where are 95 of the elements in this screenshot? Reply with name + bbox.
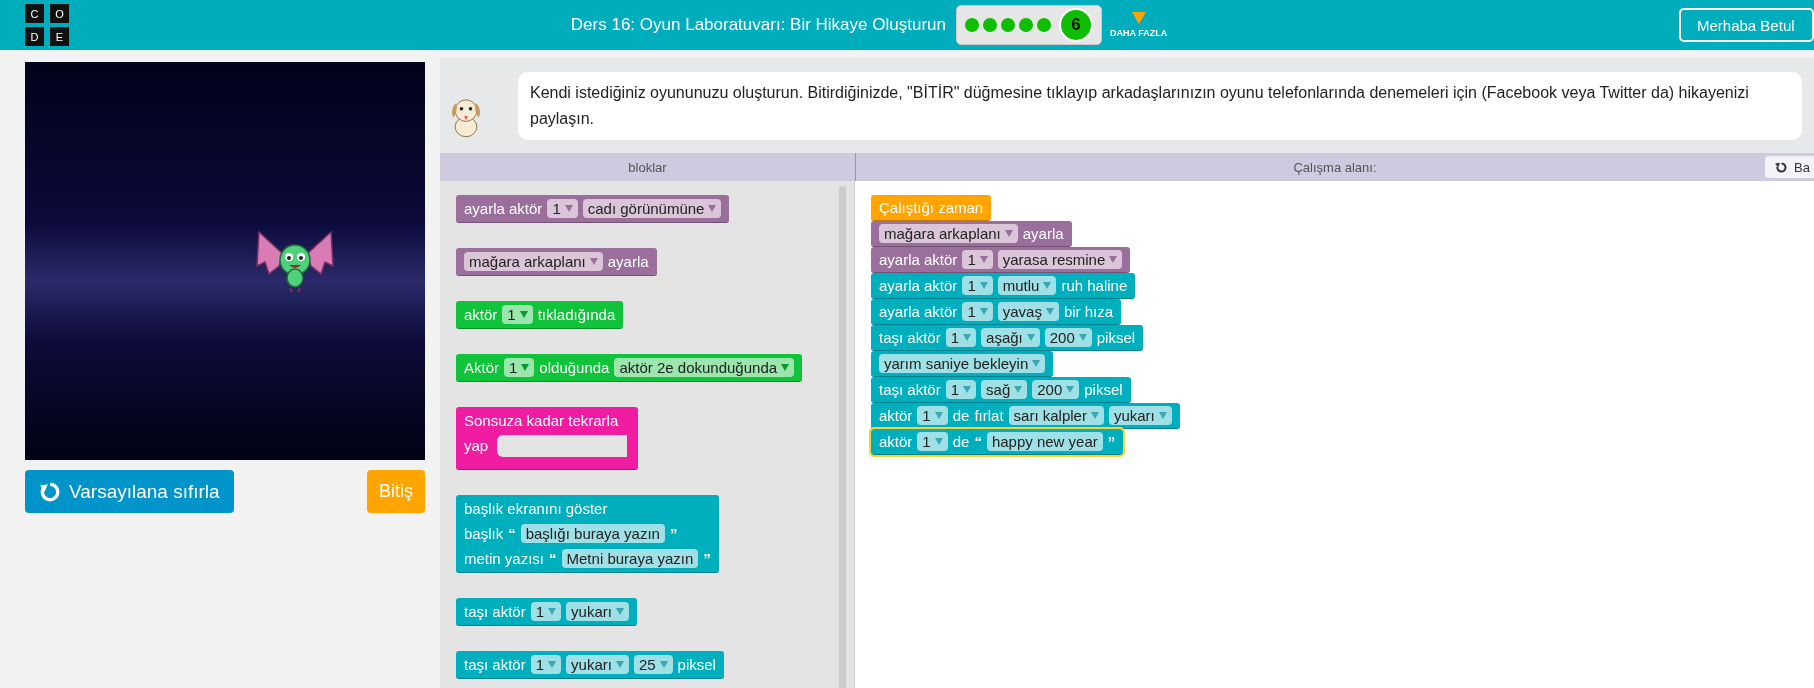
dropdown-field[interactable]: sarı kalpler	[1008, 406, 1104, 425]
block-label: ayarla aktör	[879, 277, 958, 294]
block-label: ayarla aktör	[879, 303, 958, 320]
dropdown-field[interactable]: 1	[962, 302, 993, 321]
logo-letter[interactable]: C	[25, 4, 44, 23]
workspace-reset-button[interactable]: Ba	[1765, 156, 1814, 178]
dropdown-field[interactable]: mutlu	[997, 276, 1057, 295]
block-label: Aktör	[464, 359, 499, 376]
block-label: olduğunda	[539, 359, 610, 376]
dropdown-field[interactable]: 1	[962, 250, 993, 269]
code-block[interactable]: aktör 1 de fırlat sarı kalpler yukarı	[871, 403, 1180, 429]
block-label: piksel	[1096, 329, 1136, 346]
dropdown-field[interactable]: 1	[945, 380, 977, 399]
dropdown-field[interactable]: aşağı	[981, 328, 1040, 347]
block-label: piksel	[1084, 381, 1123, 398]
dropdown-field[interactable]: yukarı	[566, 655, 629, 674]
block-label: ayarla	[607, 253, 649, 270]
dropdown-field[interactable]: 200	[1032, 380, 1080, 399]
code-block[interactable]: ayarla aktör 1 cadı görünümüne	[456, 195, 730, 223]
quote-mark: ”	[1107, 433, 1116, 450]
dropdown-field[interactable]: 1	[504, 358, 535, 377]
dropdown-field[interactable]: mağara arkaplanı	[464, 252, 603, 271]
current-level-badge[interactable]: 6	[1058, 8, 1093, 42]
block-label: fırlat	[974, 407, 1004, 424]
block-label: Çalıştığı zaman	[879, 199, 984, 216]
quote-mark: ”	[703, 550, 711, 567]
block-label: yap	[464, 437, 489, 454]
block-label: başlık	[464, 525, 504, 542]
dropdown-field[interactable]: sağ	[981, 380, 1028, 399]
dropdown-field[interactable]: 1	[917, 406, 948, 425]
block-label: ruh haline	[1061, 277, 1128, 294]
dropdown-field[interactable]: 1	[530, 655, 562, 674]
dropdown-field[interactable]: yukarı	[566, 602, 629, 621]
dropdown-field[interactable]: yavaş	[997, 302, 1059, 321]
dropdown-field[interactable]: 1	[917, 432, 948, 451]
block-label: Sonsuza kadar tekrarla	[464, 412, 619, 429]
code-block[interactable]: mağara arkaplanı ayarla	[871, 221, 1072, 247]
toolbox-title: bloklar	[628, 159, 667, 175]
code-block[interactable]: başlık ekranını göster başlık “ başlığı buraya yazın ” metin yazısı “ Metni buraya yazın ”	[456, 495, 719, 573]
dropdown-field[interactable]: mağara arkaplanı	[879, 224, 1018, 243]
block-label: taşı aktör	[879, 381, 941, 398]
block-label: piksel	[677, 656, 716, 673]
lesson-title: Ders 16: Oyun Laboratuvarı: Bir Hikaye Oluşturun	[570, 15, 946, 35]
dropdown-field[interactable]: 200	[1044, 328, 1092, 347]
text-input-field[interactable]: başlığı buraya yazın	[520, 524, 665, 543]
instructions-text: Kendi istediğiniz oyununuzu oluşturun. Bitirdiğinizde, "BİTİR" düğmesine tıklayıp arkadaşlarınızın oyunu telefonlarında denemeleri için (Facebook veya Twitter da) hikayenizi paylaşın.	[518, 71, 1802, 140]
block-label: ayarla	[1022, 225, 1064, 242]
workspace-title: Çalışma alanı:	[1293, 159, 1377, 175]
block-label: tıkladığında	[537, 306, 616, 323]
code-block[interactable]: ayarla aktör 1 mutlu ruh haline	[871, 273, 1136, 299]
block-label: bir hıza	[1063, 303, 1114, 320]
code-block[interactable]: taşı aktör 1 aşağı 200 piksel	[871, 325, 1144, 351]
logo-letter[interactable]: E	[50, 27, 69, 46]
block-label: taşı aktör	[464, 603, 526, 620]
code-block[interactable]: Aktör 1 olduğunda aktör 2e dokunduğunda	[456, 354, 803, 382]
dropdown-field[interactable]: 1	[945, 328, 977, 347]
block-label: aktör	[464, 306, 498, 323]
dropdown-field[interactable]: yukarı	[1108, 406, 1172, 425]
code-block[interactable]: Sonsuza kadar tekrarla yap	[456, 407, 638, 470]
block-label: aktör	[879, 433, 913, 450]
block-label: taşı aktör	[879, 329, 941, 346]
block-label: aktör	[879, 407, 913, 424]
quote-mark: “	[508, 525, 516, 542]
dropdown-field[interactable]: aktör 2e dokunduğunda	[614, 358, 795, 377]
dropdown-field[interactable]: cadı görünümüne	[582, 199, 722, 218]
block-label: ayarla aktör	[464, 200, 543, 217]
text-input-field[interactable]: happy new year	[986, 432, 1103, 451]
code-block[interactable]: yarım saniye bekleyin	[871, 351, 1054, 377]
block-label: de	[952, 407, 970, 424]
logo-letter[interactable]: O	[50, 4, 69, 23]
dropdown-field[interactable]: 1	[502, 305, 533, 324]
block-label: metin yazısı	[464, 550, 545, 567]
dropdown-field[interactable]: yarım saniye bekleyin	[879, 354, 1046, 373]
block-label: ayarla aktör	[879, 251, 958, 268]
block-label: de	[952, 433, 970, 450]
text-input-field[interactable]: Metni buraya yazın	[561, 549, 699, 568]
quote-mark: ”	[669, 525, 678, 542]
dropdown-field[interactable]: 1	[530, 602, 562, 621]
code-block[interactable]: aktör 1 de “ happy new year ”	[871, 429, 1124, 455]
dropdown-field[interactable]: 25	[633, 655, 673, 674]
code-block[interactable]: taşı aktör 1 yukarı 25 piksel	[456, 651, 724, 679]
code-block[interactable]: aktör 1 tıkladığında	[456, 301, 624, 329]
code-block[interactable]: ayarla aktör 1 yavaş bir hıza	[871, 299, 1122, 325]
code-block[interactable]: taşı aktör 1 yukarı	[456, 598, 637, 626]
quote-mark: “	[549, 550, 557, 567]
logo-letter[interactable]: D	[25, 27, 44, 46]
code-block[interactable]: mağara arkaplanı ayarla	[456, 248, 657, 276]
dropdown-field[interactable]: yarasa resmine	[997, 250, 1123, 269]
code-block[interactable]: taşı aktör 1 sağ 200 piksel	[871, 377, 1131, 403]
code-block[interactable]: ayarla aktör 1 yarasa resmine	[871, 247, 1131, 273]
dropdown-field[interactable]: 1	[547, 199, 578, 218]
block-label: başlık ekranını göster	[464, 500, 608, 517]
dropdown-field[interactable]: 1	[962, 276, 993, 295]
block-label: taşı aktör	[464, 656, 526, 673]
quote-mark: “	[974, 433, 982, 450]
